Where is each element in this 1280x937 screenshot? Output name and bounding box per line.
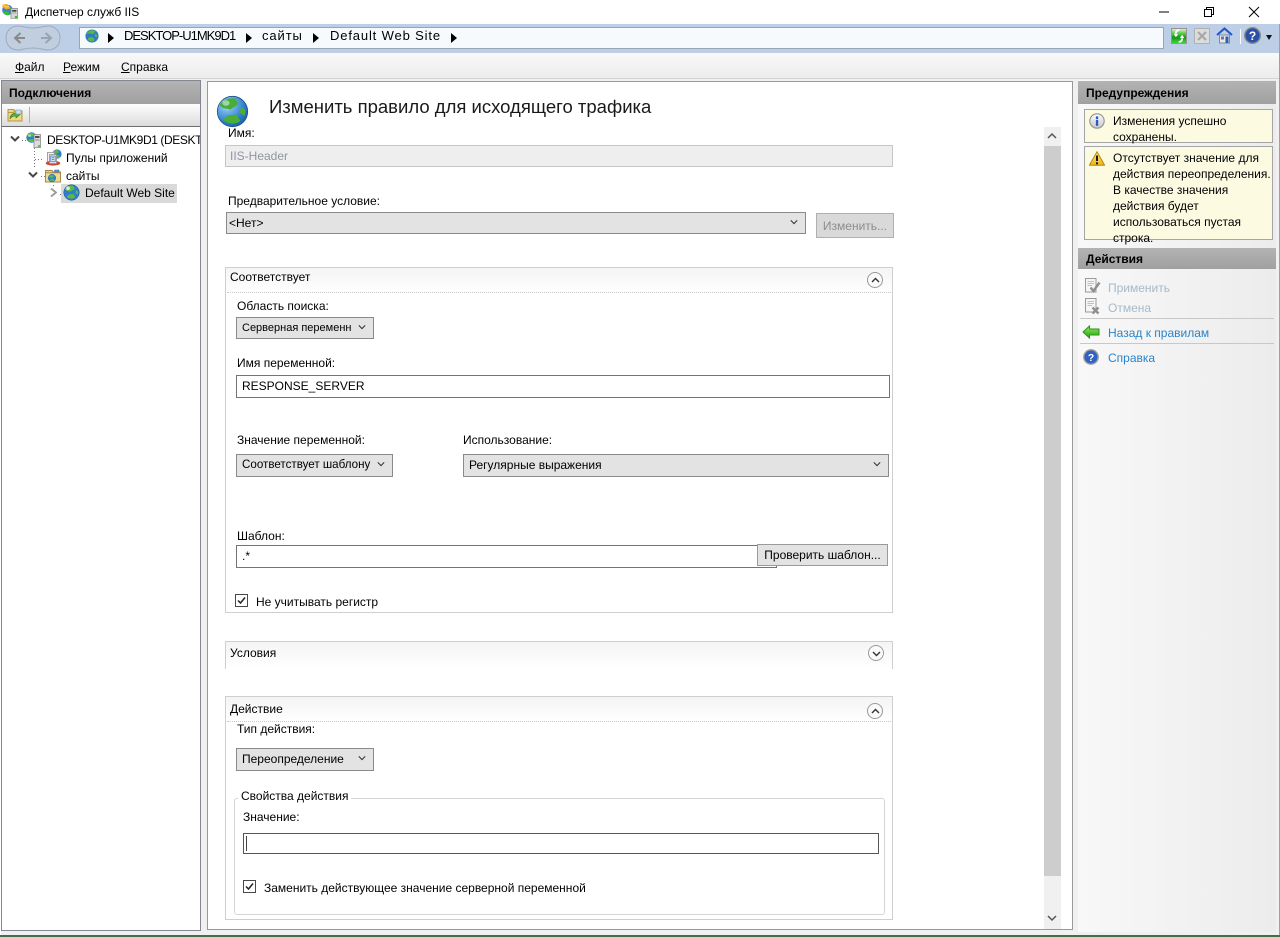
svg-text:?: ? [1088,353,1094,364]
svg-text:?: ? [1249,29,1256,43]
